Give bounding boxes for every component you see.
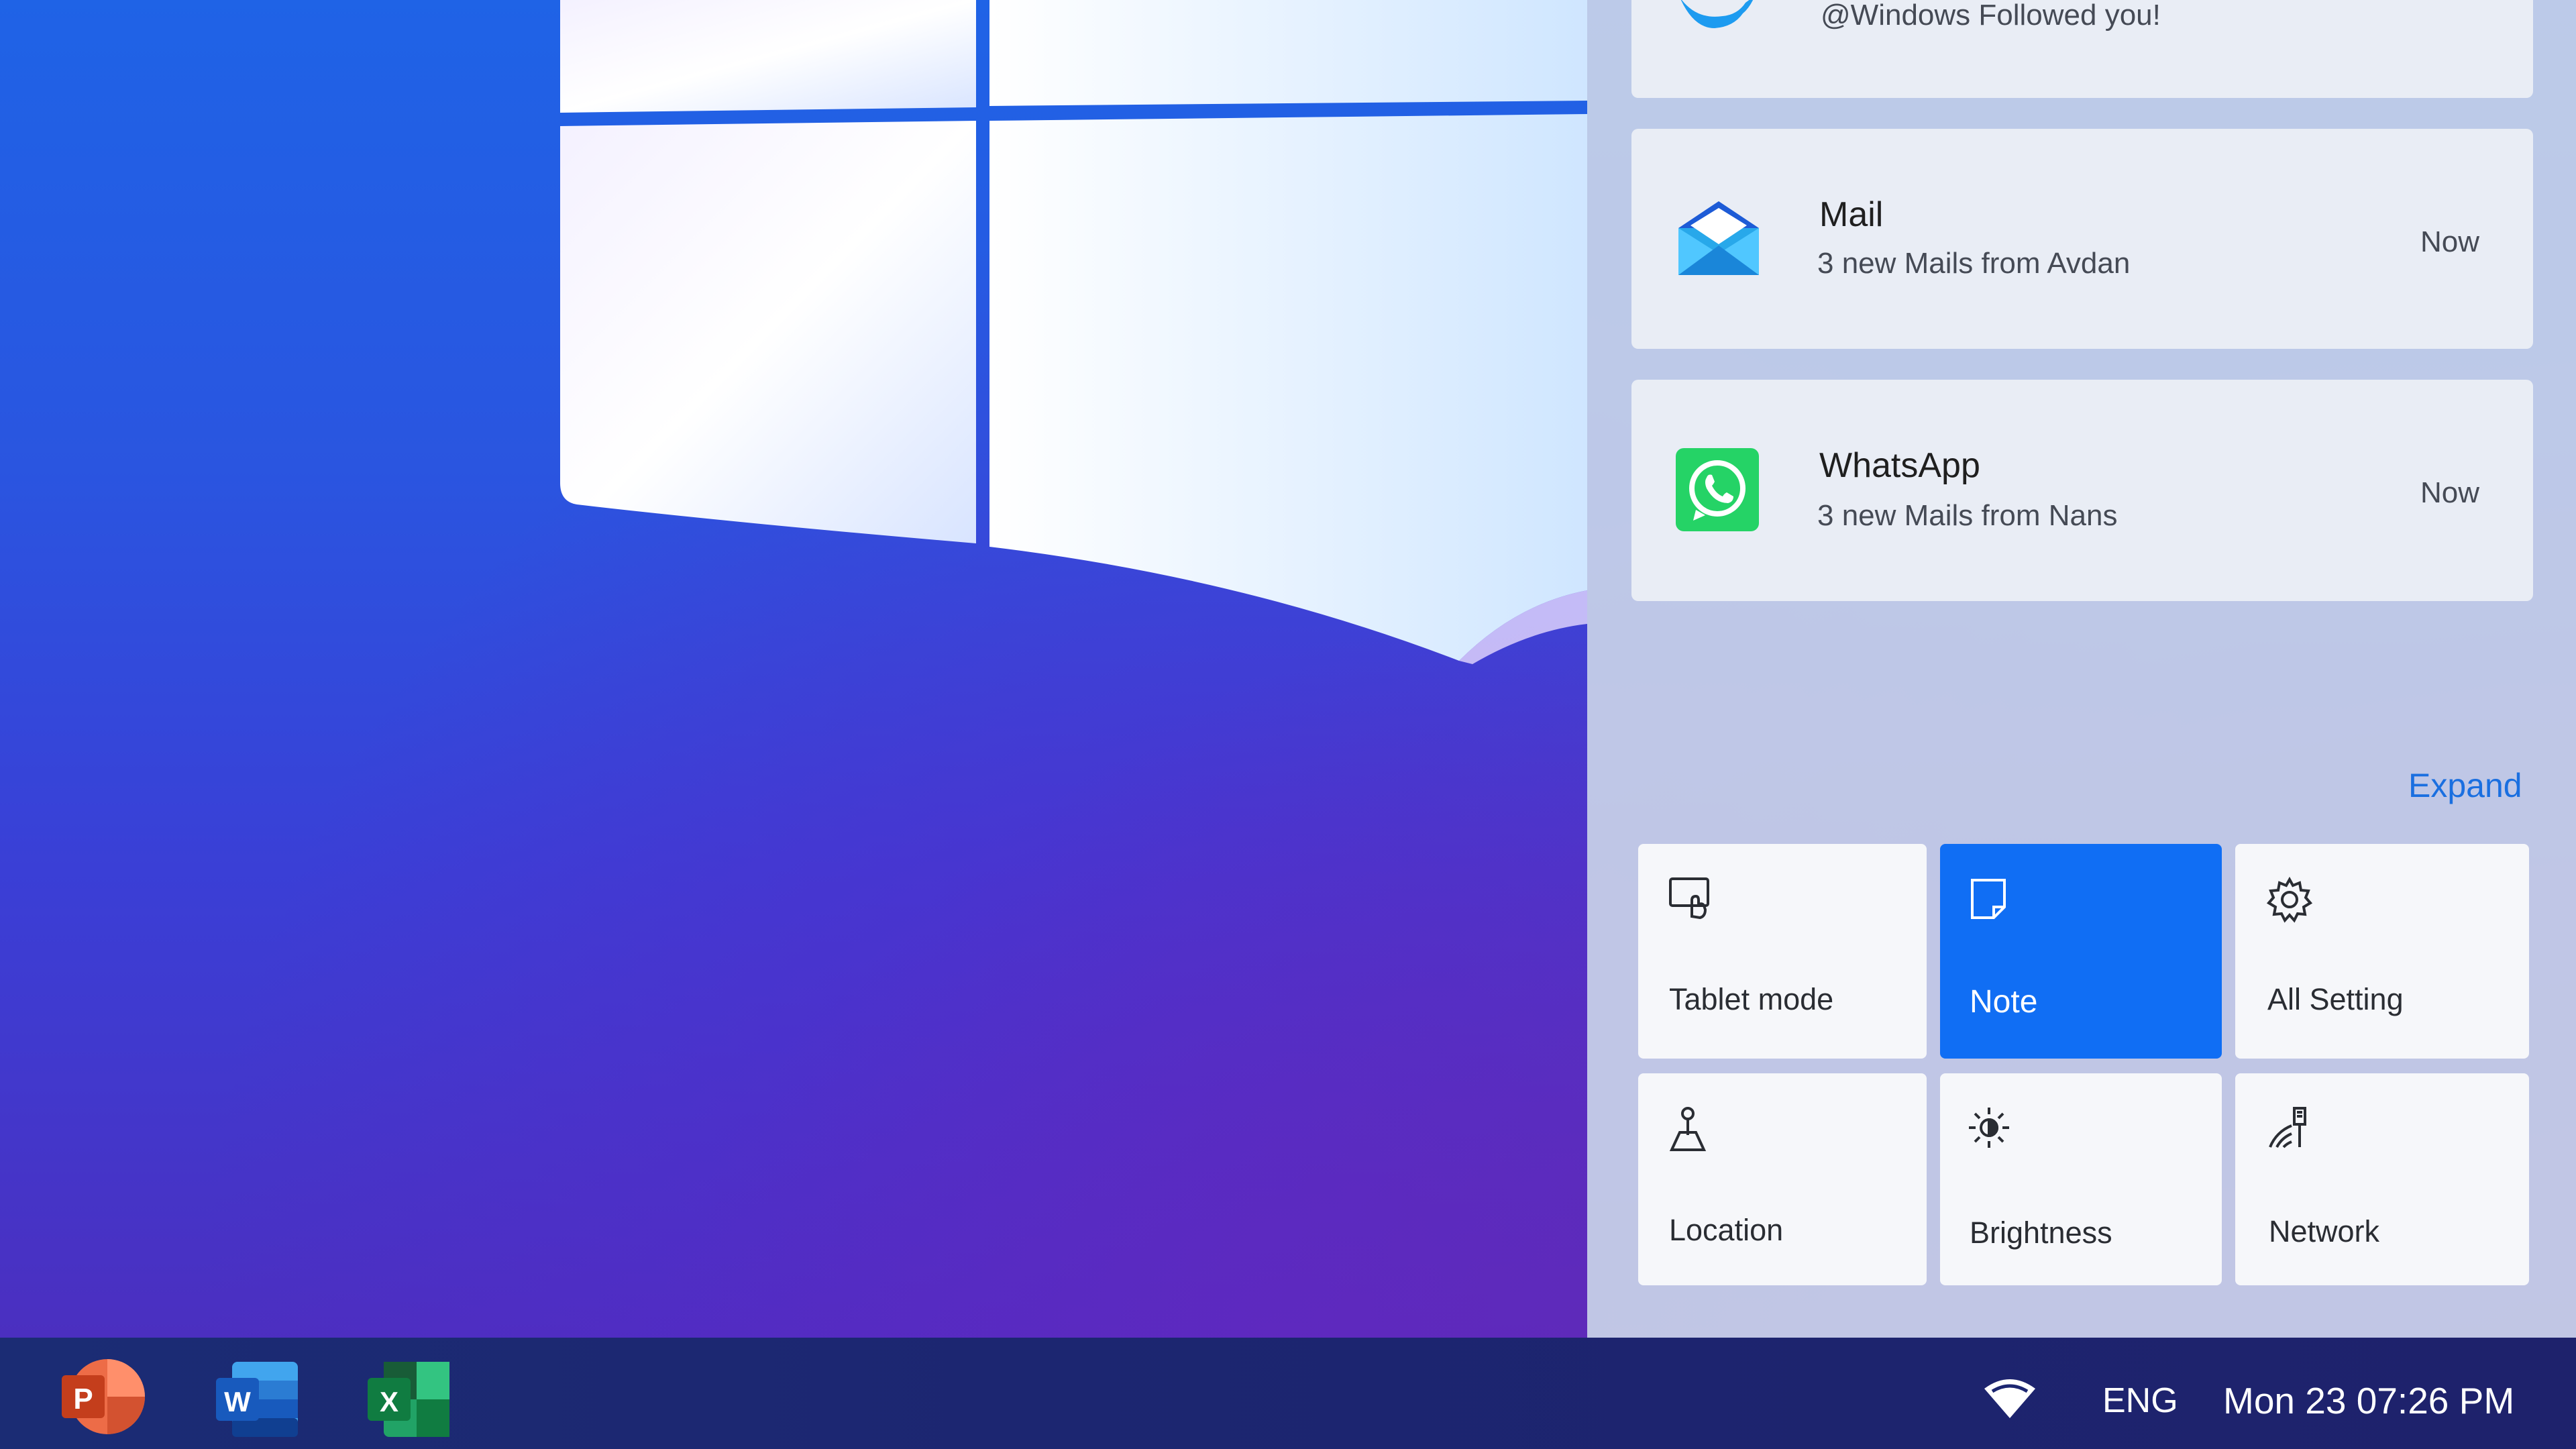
notification-time: Now [2420,225,2479,258]
wifi-icon[interactable] [1983,1377,2037,1424]
note-icon [1968,876,2008,924]
brightness-icon [1967,1106,2011,1153]
clock[interactable]: Mon 23 07:26 PM [2223,1379,2514,1422]
quick-action-note[interactable]: Note [1940,844,2222,1059]
tile-label: Tablet mode [1669,982,1834,1016]
quick-action-location[interactable]: Location [1638,1073,1927,1285]
notification-mail[interactable]: Mail 3 new Mails from Avdan Now [1631,129,2533,349]
powerpoint-icon: P [62,1359,145,1441]
quick-action-network[interactable]: Network [2235,1073,2529,1285]
whatsapp-icon [1676,448,1759,535]
word-icon: W [216,1362,299,1444]
taskbar-app-excel[interactable]: X [368,1358,451,1441]
taskbar-app-word[interactable]: W [216,1358,299,1441]
location-icon [1668,1106,1711,1156]
mail-icon [1676,197,1762,281]
tile-label: All Setting [2267,982,2404,1016]
windows-logo-graphic [560,0,1587,664]
word-letter: W [224,1386,251,1417]
tile-label: Location [1669,1213,1784,1247]
notification-body: 3 new Mails from Avdan [1817,247,2131,280]
gear-icon [2266,876,2313,926]
quick-action-brightness[interactable]: Brightness [1940,1073,2222,1285]
twitter-icon [1676,0,1756,37]
tile-label: Network [2269,1214,2380,1248]
tablet-mode-icon [1668,876,1715,924]
taskbar-app-powerpoint[interactable]: P [62,1355,145,1438]
notification-twitter[interactable]: @Windows Followed you! [1631,0,2533,98]
notification-body: 3 new Mails from Nans [1817,499,2118,532]
notification-title: Mail [1819,195,1884,234]
quick-action-tablet-mode[interactable]: Tablet mode [1638,844,1927,1059]
powerpoint-letter: P [73,1383,93,1415]
notification-whatsapp[interactable]: WhatsApp 3 new Mails from Nans Now [1631,380,2533,601]
notification-title: WhatsApp [1819,446,1980,485]
network-icon [2266,1106,2310,1153]
notification-time: Now [2420,476,2479,509]
expand-link[interactable]: Expand [2408,766,2522,805]
excel-icon: X [368,1362,451,1444]
quick-action-all-settings[interactable]: All Setting [2235,844,2529,1059]
language-indicator[interactable]: ENG [2102,1381,2178,1421]
excel-letter: X [380,1386,398,1417]
notification-body: @Windows Followed you! [1821,0,2161,32]
tile-label: Note [1970,984,2038,1020]
tile-label: Brightness [1970,1216,2112,1250]
